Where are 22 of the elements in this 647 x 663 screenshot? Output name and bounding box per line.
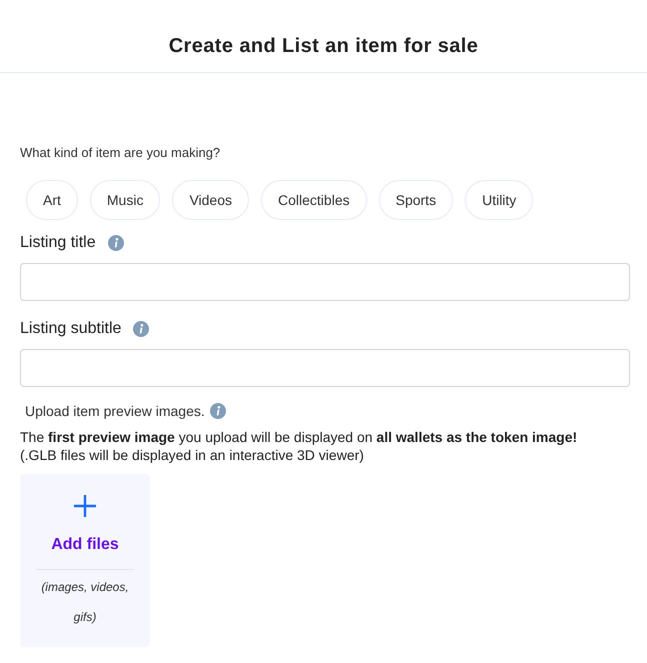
category-question: What kind of item are you making?: [20, 145, 222, 161]
text-input[interactable]: [20, 349, 630, 387]
upload-note: The first preview image you upload will be displayed on all wallets as the token image!: [20, 428, 578, 446]
info-icon[interactable]: [133, 321, 150, 337]
info-icon[interactable]: [108, 235, 124, 251]
category-chip[interactable]: Collectibles: [261, 180, 367, 220]
text-input[interactable]: [20, 263, 630, 301]
category-chip[interactable]: Music: [90, 180, 160, 220]
category-chip[interactable]: Art: [26, 180, 78, 220]
field-label: Listing subtitle: [20, 320, 122, 338]
upload-label: Upload item preview images.: [25, 403, 205, 419]
upload-dropzone[interactable]: Add files (images, videos, gifs): [20, 474, 150, 647]
info-icon[interactable]: [210, 403, 226, 419]
file-types-hint: (images, videos, gifs): [40, 579, 130, 626]
add-files-label: Add files: [51, 536, 119, 554]
plus-icon: [74, 495, 96, 517]
category-chip[interactable]: Videos: [172, 180, 250, 220]
category-chip[interactable]: Utility: [465, 180, 534, 220]
field-label: Listing title: [20, 234, 96, 252]
category-chip[interactable]: Sports: [378, 180, 454, 220]
page-title: Create and List an item for sale: [168, 34, 478, 58]
upload-format-note: (.GLB files will be displayed in an interactive 3D viewer): [20, 446, 365, 464]
